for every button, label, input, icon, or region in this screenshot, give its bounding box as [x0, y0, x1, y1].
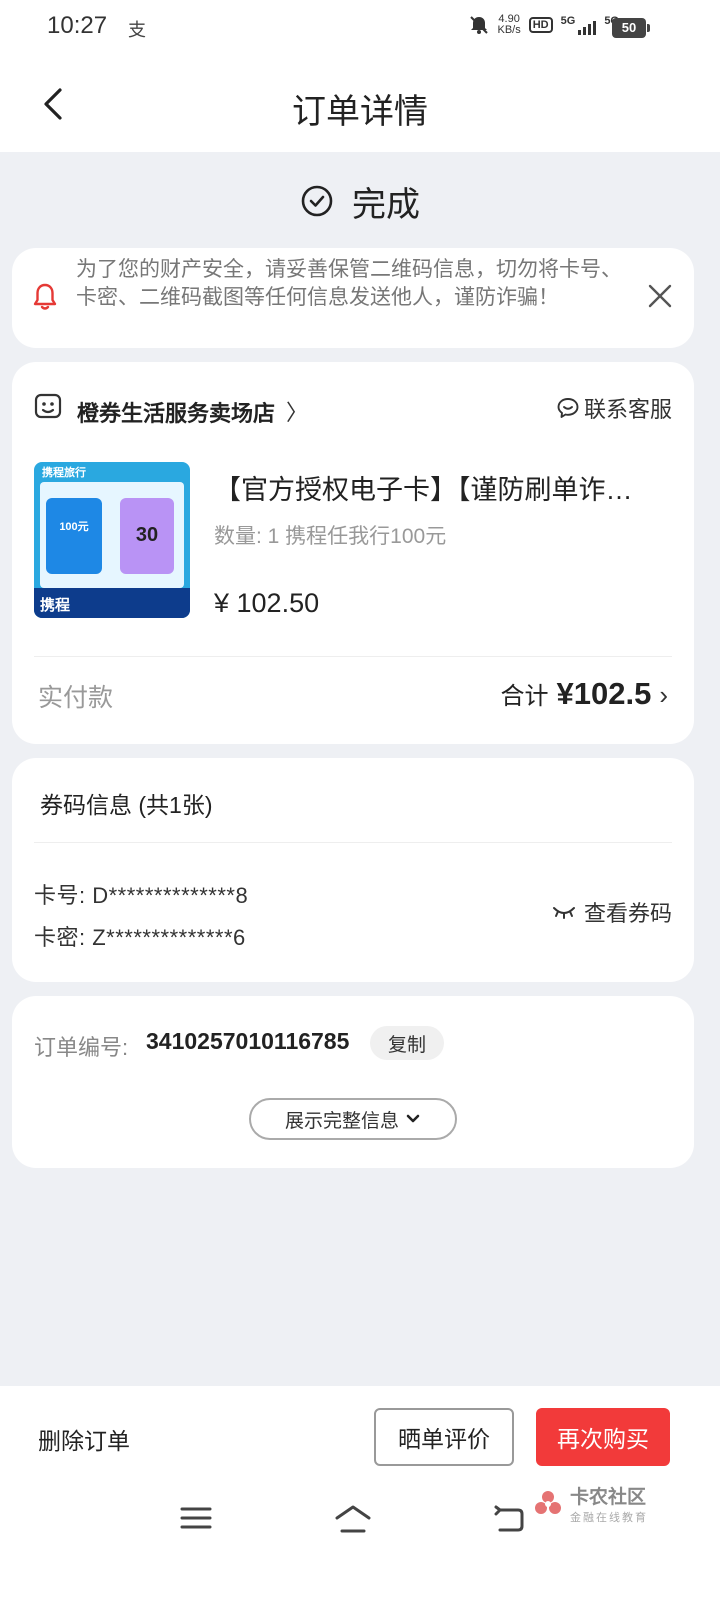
order-status: 完成: [0, 176, 720, 226]
status-bar: 10:27 支 4.90 KB/s HD 5G 5G 50: [0, 0, 720, 56]
watermark: 卡农社区 金融在线教育: [532, 1482, 648, 1525]
thumb-coupon: 30: [120, 498, 174, 574]
shop-chevron-icon[interactable]: 〉: [286, 395, 308, 427]
shop-name[interactable]: 橙券生活服务卖场店: [77, 396, 275, 428]
copy-button[interactable]: 复制: [370, 1026, 444, 1060]
thumb-brand: 携程旅行: [42, 467, 86, 479]
view-code-button[interactable]: 查看券码: [552, 896, 672, 928]
mute-bell-icon: [469, 16, 488, 34]
order-number-value: 3410257010116785: [146, 1028, 350, 1054]
thumb-gift-card: 100元: [46, 498, 102, 574]
product-price: ¥ 102.50: [214, 588, 320, 618]
paid-amount-label: 实付款: [38, 684, 114, 712]
order-status-label: 完成: [352, 185, 420, 224]
battery-level: 50: [612, 18, 650, 38]
alipay-notification-icon: 支: [128, 20, 146, 40]
review-button[interactable]: 晒单评价: [374, 1408, 514, 1466]
card-number: 卡号: D**************8: [34, 883, 249, 908]
shop-icon: [34, 393, 62, 419]
order-number-label: 订单编号:: [34, 1035, 129, 1060]
chevron-down-icon: [406, 1114, 420, 1123]
notice-text: 为了您的财产安全，请妥善保管二维码信息，切勿将卡号、卡密、二维码截图等任何信息发…: [76, 258, 622, 309]
menu-nav-icon[interactable]: [180, 1504, 212, 1532]
signal-sim1-icon: 5G: [561, 15, 597, 35]
chat-bubble-icon: [557, 398, 579, 418]
chevron-right-icon: ›: [659, 680, 668, 710]
safety-notice: 为了您的财产安全，请妥善保管二维码信息，切勿将卡号、卡密、二维码截图等任何信息发…: [12, 248, 694, 348]
voucher-card: 券码信息 (共1张) 卡号: D**************8 卡密: Z***…: [12, 758, 694, 982]
delete-order-button[interactable]: 删除订单: [38, 1422, 130, 1456]
voucher-title: 券码信息 (共1张): [40, 792, 213, 818]
status-time: 10:27: [47, 12, 108, 39]
product-title[interactable]: 【官方授权电子卡】【谨防刷单诈骗】: [214, 468, 644, 507]
order-info-card: 订单编号: 3410257010116785 复制 展示完整信息: [12, 996, 694, 1168]
watermark-subtitle: 金融在线教育: [570, 1512, 648, 1524]
total-amount: ¥102.5: [556, 676, 652, 711]
bell-icon: [33, 283, 57, 310]
check-circle-icon: [301, 185, 333, 217]
network-speed: 4.90 KB/s: [498, 14, 521, 36]
view-code-label: 查看券码: [583, 901, 672, 926]
close-icon[interactable]: [646, 282, 674, 310]
total-label: 合计: [500, 683, 549, 710]
net-speed-unit: KB/s: [497, 24, 521, 36]
product-thumbnail[interactable]: 携程旅行 100元 30 携程: [34, 462, 190, 618]
back-nav-icon[interactable]: [494, 1504, 526, 1534]
eye-closed-icon: [552, 907, 575, 919]
order-card: 橙券生活服务卖场店 〉 联系客服 携程旅行 100元 30 携程 【官方授权电子…: [12, 362, 694, 744]
contact-service-label: 联系客服: [583, 397, 672, 422]
thumb-bottom-banner: 携程: [34, 588, 190, 618]
home-nav-icon[interactable]: [334, 1504, 372, 1534]
buy-again-button[interactable]: 再次购买: [536, 1408, 670, 1466]
battery-icon: 50: [612, 18, 650, 38]
watermark-logo-icon: [535, 1490, 561, 1514]
card-password: 卡密: Z**************6: [34, 925, 246, 950]
product-quantity: 数量: 1 携程任我行100元: [214, 525, 447, 548]
watermark-title: 卡农社区: [570, 1487, 647, 1508]
payment-total[interactable]: 合计 ¥102.5 ›: [501, 676, 669, 712]
page-header: 订单详情: [0, 56, 720, 152]
sim1-label: 5G: [560, 15, 576, 27]
contact-service-button[interactable]: 联系客服: [556, 392, 672, 424]
divider: [34, 656, 672, 657]
expand-info-label: 展示完整信息: [284, 1110, 399, 1132]
expand-info-button[interactable]: 展示完整信息: [249, 1098, 457, 1140]
divider: [34, 842, 672, 843]
hd-voice-icon: HD: [528, 17, 553, 33]
page-title: 订单详情: [292, 93, 428, 131]
bottom-action-bar: 删除订单 晒单评价 再次购买 卡农社区 金融在线教育: [0, 1386, 720, 1600]
